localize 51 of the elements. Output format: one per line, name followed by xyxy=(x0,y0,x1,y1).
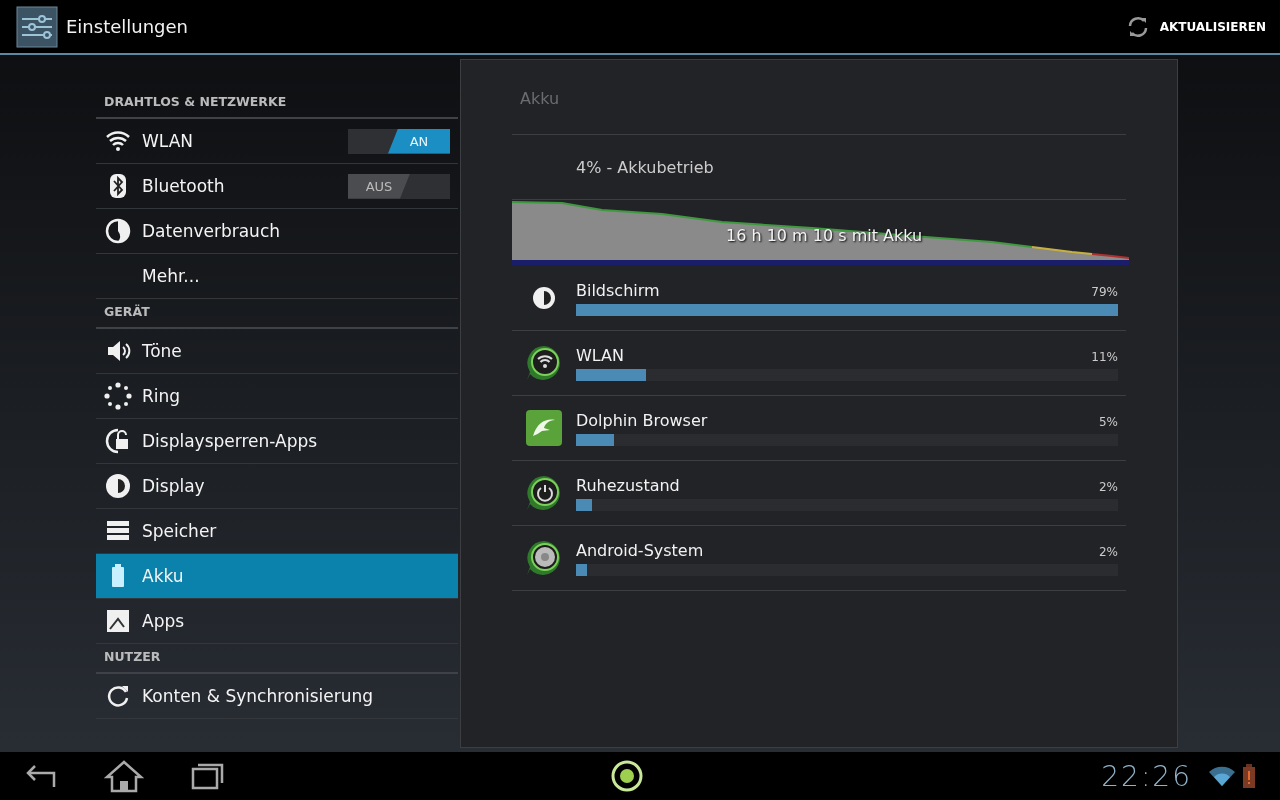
usage-percent: 2% xyxy=(1098,544,1118,559)
item-label: Mehr... xyxy=(142,266,201,286)
settings-app-icon xyxy=(16,5,58,48)
settings-item[interactable]: Bluetooth AUS xyxy=(96,164,458,209)
settings-item[interactable]: Akku xyxy=(96,554,458,599)
usage-name: Dolphin Browser xyxy=(576,410,708,430)
settings-item[interactable]: Konten & Synchronisierung xyxy=(96,674,458,719)
item-label: Displaysperren-Apps xyxy=(142,431,319,451)
item-label: Apps xyxy=(142,611,186,631)
usage-name: WLAN xyxy=(576,345,624,365)
usage-percent: 79% xyxy=(1091,284,1118,299)
settings-item[interactable]: Display xyxy=(96,464,458,509)
section-header: NUTZER xyxy=(96,648,458,674)
clock: 22:26 xyxy=(1101,759,1192,793)
usage-percent: 2% xyxy=(1098,479,1118,494)
settings-item[interactable]: Töne xyxy=(96,329,458,374)
item-label: Bluetooth xyxy=(142,176,226,196)
item-label: Datenverbrauch xyxy=(142,221,281,241)
usage-name: Ruhezustand xyxy=(576,475,680,495)
item-label: WLAN xyxy=(142,131,195,151)
settings-item[interactable]: Datenverbrauch xyxy=(96,209,458,254)
refresh-button[interactable]: AKTUALISIEREN xyxy=(1119,8,1272,45)
item-label: Konten & Synchronisierung xyxy=(142,686,375,706)
battery-status: 4% - Akkubetrieb xyxy=(576,157,714,177)
settings-item[interactable]: Displaysperren-Apps xyxy=(96,419,458,464)
home-button[interactable] xyxy=(104,759,144,793)
battery-icon xyxy=(1242,764,1256,788)
settings-item[interactable]: WLAN AN xyxy=(96,119,458,164)
circle-icon[interactable] xyxy=(610,759,644,793)
item-label: Display xyxy=(142,476,206,496)
usage-name: Android-System xyxy=(576,540,704,560)
brightness-icon xyxy=(104,472,132,500)
item-label: Ring xyxy=(142,386,182,406)
section-header: GERÄT xyxy=(96,303,458,329)
usage-percent: 11% xyxy=(1091,349,1118,364)
recent-apps-button[interactable] xyxy=(190,761,226,791)
settings-item[interactable]: Apps xyxy=(96,599,458,644)
screen-title: Einstellungen xyxy=(66,16,190,37)
wifi-icon xyxy=(1208,765,1236,787)
item-label: Speicher xyxy=(142,521,218,541)
item-label: Akku xyxy=(142,566,185,586)
pie-chart-icon xyxy=(104,217,132,245)
usage-name: Bildschirm xyxy=(576,280,660,300)
toggle-switch[interactable]: AUS xyxy=(348,173,450,199)
usage-percent: 5% xyxy=(1098,414,1118,429)
dotted-circle-icon xyxy=(104,382,132,410)
section-header: DRAHTLOS & NETZWERKE xyxy=(96,93,458,119)
item-label: Töne xyxy=(142,341,183,361)
settings-item[interactable]: Mehr... xyxy=(96,254,458,299)
panel-title: Akku xyxy=(512,60,1126,135)
settings-item[interactable]: Ring xyxy=(96,374,458,419)
